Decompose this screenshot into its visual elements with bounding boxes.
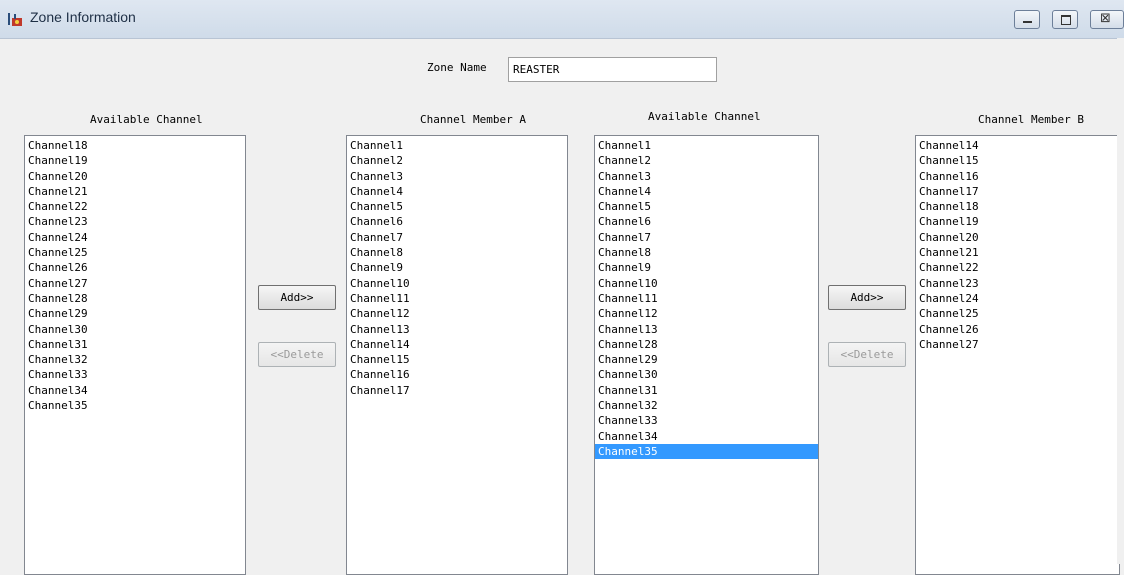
list-item[interactable]: Channel34 — [25, 383, 245, 398]
list-item[interactable]: Channel19 — [25, 153, 245, 168]
list-item[interactable]: Channel34 — [595, 429, 818, 444]
channel-member-a-header: Channel Member A — [420, 113, 526, 126]
list-item[interactable]: Channel17 — [916, 184, 1119, 199]
zone-name-label: Zone Name — [427, 61, 487, 74]
list-item[interactable]: Channel6 — [595, 214, 818, 229]
channel-member-b-header: Channel Member B — [978, 113, 1084, 126]
maximize-icon — [1061, 15, 1071, 25]
list-item[interactable]: Channel14 — [916, 138, 1119, 153]
list-item[interactable]: Channel29 — [25, 306, 245, 321]
list-item[interactable]: Channel9 — [347, 260, 567, 275]
list-item[interactable]: Channel31 — [595, 383, 818, 398]
title-bar[interactable]: Zone Information ⊠ — [0, 0, 1124, 39]
list-item[interactable]: Channel35 — [595, 443, 818, 460]
list-item[interactable]: Channel3 — [595, 169, 818, 184]
list-item[interactable]: Channel4 — [595, 184, 818, 199]
list-item[interactable]: Channel26 — [916, 322, 1119, 337]
list-item[interactable]: Channel35 — [25, 398, 245, 413]
list-item[interactable]: Channel21 — [25, 184, 245, 199]
list-item[interactable]: Channel1 — [595, 138, 818, 153]
list-item[interactable]: Channel2 — [595, 153, 818, 168]
available-channel-b-list[interactable]: Channel1 Channel2 Channel3 Channel4 Channel5… — [594, 135, 819, 575]
list-item[interactable]: Channel31 — [25, 337, 245, 352]
list-item[interactable]: Channel28 — [25, 291, 245, 306]
list-item[interactable]: Channel28 — [595, 337, 818, 352]
list-item[interactable]: Channel23 — [916, 276, 1119, 291]
list-item[interactable]: Channel25 — [916, 306, 1119, 321]
list-item[interactable]: Channel10 — [595, 276, 818, 291]
maximize-button[interactable] — [1052, 10, 1078, 29]
list-item[interactable]: Channel11 — [347, 291, 567, 306]
list-item[interactable]: Channel13 — [595, 322, 818, 337]
list-item[interactable]: Channel19 — [916, 214, 1119, 229]
list-item[interactable]: Channel3 — [347, 169, 567, 184]
channel-member-b-list[interactable]: Channel14 Channel15 Channel16 Channel17 Chan… — [915, 135, 1120, 575]
minimize-button[interactable] — [1014, 10, 1040, 29]
list-item[interactable]: Channel23 — [25, 214, 245, 229]
list-item[interactable]: Channel25 — [25, 245, 245, 260]
list-item[interactable]: Channel16 — [347, 367, 567, 382]
list-item[interactable]: Channel12 — [595, 306, 818, 321]
list-item[interactable]: Channel30 — [25, 322, 245, 337]
list-item[interactable]: Channel33 — [595, 413, 818, 428]
list-item[interactable]: Channel27 — [25, 276, 245, 291]
list-item[interactable]: Channel7 — [595, 230, 818, 245]
list-item[interactable]: Channel1 — [347, 138, 567, 153]
available-channel-a-header: Available Channel — [90, 113, 203, 126]
list-item[interactable]: Channel33 — [25, 367, 245, 382]
list-item[interactable]: Channel21 — [916, 245, 1119, 260]
list-item[interactable]: Channel15 — [347, 352, 567, 367]
list-item[interactable]: Channel2 — [347, 153, 567, 168]
list-item[interactable]: Channel32 — [595, 398, 818, 413]
list-item[interactable]: Channel29 — [595, 352, 818, 367]
list-item[interactable]: Channel5 — [347, 199, 567, 214]
close-icon: ⊠ — [1100, 11, 1111, 26]
list-item[interactable]: Channel6 — [347, 214, 567, 229]
list-item[interactable]: Channel26 — [25, 260, 245, 275]
list-item[interactable]: Channel12 — [347, 306, 567, 321]
list-item[interactable]: Channel7 — [347, 230, 567, 245]
list-item[interactable]: Channel18 — [916, 199, 1119, 214]
add-to-member-b-button[interactable]: Add>> — [828, 285, 906, 310]
list-item[interactable]: Channel10 — [347, 276, 567, 291]
list-item[interactable]: Channel20 — [916, 230, 1119, 245]
window-right-edge — [1117, 38, 1124, 564]
radio-app-icon — [8, 13, 22, 26]
list-item[interactable]: Channel18 — [25, 138, 245, 153]
channel-member-a-list[interactable]: Channel1 Channel2 Channel3 Channel4 Channel5… — [346, 135, 568, 575]
available-channel-a-list[interactable]: Channel18 Channel19 Channel20 Channel21 Chan… — [24, 135, 246, 575]
list-item[interactable]: Channel9 — [595, 260, 818, 275]
list-item[interactable]: Channel22 — [916, 260, 1119, 275]
list-item[interactable]: Channel8 — [595, 245, 818, 260]
zone-name-input[interactable] — [508, 57, 717, 82]
list-item[interactable]: Channel16 — [916, 169, 1119, 184]
available-channel-b-header: Available Channel — [648, 110, 761, 123]
list-item[interactable]: Channel27 — [916, 337, 1119, 352]
delete-from-member-b-button[interactable]: <<Delete — [828, 342, 906, 367]
list-item[interactable]: Channel20 — [25, 169, 245, 184]
add-to-member-a-button[interactable]: Add>> — [258, 285, 336, 310]
list-item[interactable]: Channel24 — [25, 230, 245, 245]
list-item[interactable]: Channel14 — [347, 337, 567, 352]
list-item[interactable]: Channel5 — [595, 199, 818, 214]
list-item[interactable]: Channel30 — [595, 367, 818, 382]
list-item[interactable]: Channel13 — [347, 322, 567, 337]
list-item[interactable]: Channel22 — [25, 199, 245, 214]
list-item[interactable]: Channel8 — [347, 245, 567, 260]
list-item[interactable]: Channel24 — [916, 291, 1119, 306]
list-item[interactable]: Channel15 — [916, 153, 1119, 168]
delete-from-member-a-button[interactable]: <<Delete — [258, 342, 336, 367]
close-button[interactable]: ⊠ — [1090, 10, 1124, 29]
minimize-icon — [1023, 21, 1032, 23]
list-item[interactable]: Channel17 — [347, 383, 567, 398]
window-title: Zone Information — [30, 9, 136, 25]
list-item[interactable]: Channel11 — [595, 291, 818, 306]
list-item[interactable]: Channel32 — [25, 352, 245, 367]
list-item[interactable]: Channel4 — [347, 184, 567, 199]
